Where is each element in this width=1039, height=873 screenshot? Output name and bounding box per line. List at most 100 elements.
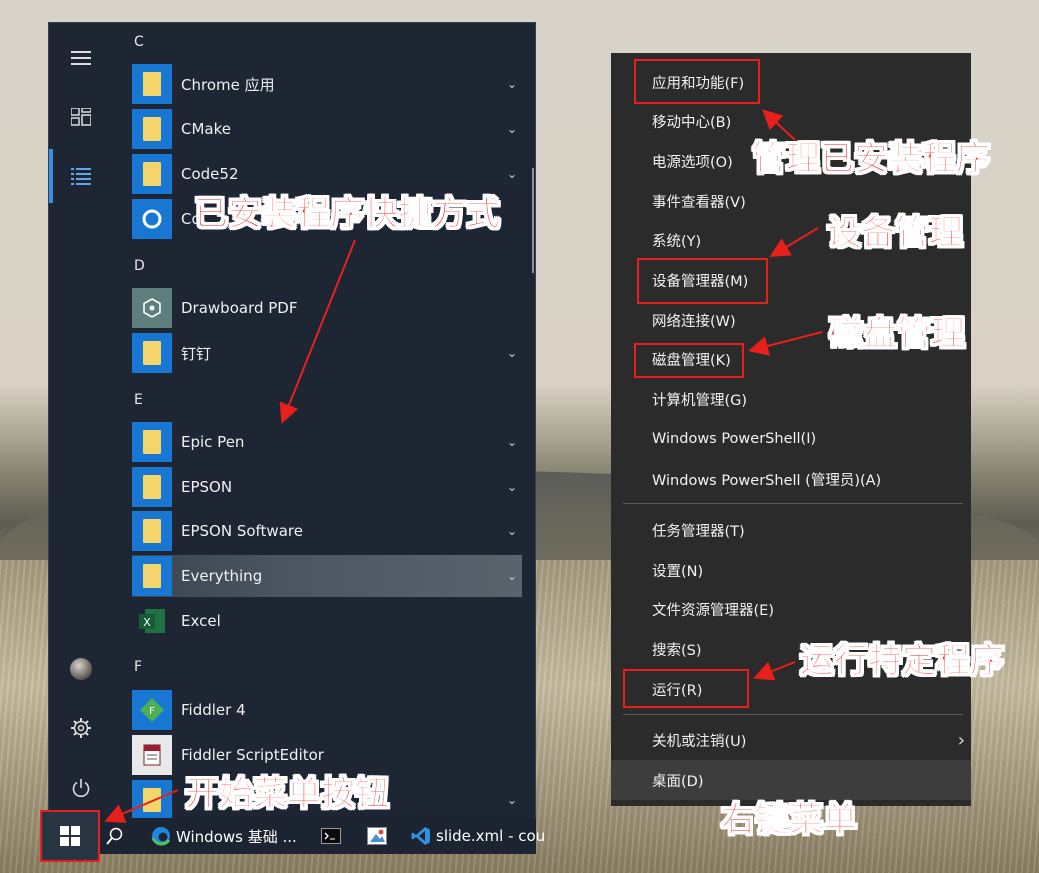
menu-item-label: 网络连接(W) — [652, 313, 736, 330]
chevron-down-icon[interactable]: ⌄ — [502, 569, 522, 583]
folder-icon — [132, 333, 172, 373]
power-icon[interactable] — [49, 768, 112, 808]
app-label: EPSON — [181, 478, 233, 496]
chevron-down-icon[interactable]: ⌄ — [502, 480, 522, 494]
taskbar-edge[interactable]: Windows 基础 ... — [150, 818, 297, 854]
app-label: Fiddler 4 — [181, 701, 246, 719]
scrollbar[interactable] — [532, 168, 534, 273]
all-apps-list-icon[interactable] — [49, 156, 112, 196]
menu-item-computer-management[interactable]: 计算机管理(G) — [611, 379, 971, 419]
menu-item-label: Windows PowerShell (管理员)(A) — [652, 472, 882, 489]
group-letter[interactable]: D — [134, 258, 145, 274]
chevron-down-icon[interactable]: ⌄ — [502, 435, 522, 449]
menu-item-label: 电源选项(O) — [652, 154, 733, 171]
taskbar-terminal[interactable] — [320, 818, 346, 854]
edge-icon — [150, 825, 172, 847]
app-item[interactable]: Drawboard PDF — [132, 287, 522, 329]
app-label: Everything — [181, 567, 263, 585]
annotation-disk-mgmt: 磁盘管理 — [829, 314, 966, 355]
terminal-icon — [320, 825, 342, 847]
highlight-box-apps-features — [634, 59, 760, 104]
start-button[interactable] — [40, 810, 100, 862]
app-label: Code52 — [181, 165, 239, 183]
menu-separator — [623, 503, 963, 504]
app-item[interactable]: F Fiddler 4 — [132, 689, 522, 731]
chevron-down-icon[interactable]: ⌄ — [502, 346, 522, 360]
group-letter[interactable]: E — [134, 392, 143, 408]
taskbar-search[interactable] — [104, 818, 130, 854]
taskbar-item-label: slide.xml - cou — [436, 827, 546, 845]
app-label: 钉钉 — [181, 344, 212, 363]
user-avatar[interactable] — [49, 649, 112, 689]
menu-item-label: 事件查看器(V) — [652, 194, 746, 211]
app-item[interactable]: EPSON ⌄ — [132, 466, 522, 508]
app-item[interactable]: EPSON Software ⌄ — [132, 510, 522, 552]
highlight-box-device-manager — [637, 258, 768, 304]
app-label: CMake — [181, 120, 231, 138]
menu-item-label: 关机或注销(U) — [652, 733, 747, 750]
drawboard-icon — [132, 288, 172, 328]
menu-item-label: Windows PowerShell(I) — [652, 431, 817, 447]
app-label: Drawboard PDF — [181, 299, 298, 317]
app-label: EPSON Software — [181, 522, 303, 540]
menu-separator — [623, 714, 963, 715]
chevron-down-icon[interactable]: ⌄ — [502, 793, 522, 807]
menu-item-label: 桌面(D) — [652, 773, 704, 790]
annotation-manage-installed: 管理已安装程序 — [752, 139, 991, 180]
menu-item-settings[interactable]: 设置(N) — [611, 550, 971, 590]
folder-icon — [132, 154, 172, 194]
menu-item-label: 任务管理器(T) — [652, 523, 745, 540]
windows-logo-icon — [60, 826, 80, 846]
taskbar-vscode[interactable]: slide.xml - cou — [410, 818, 545, 854]
app-item[interactable]: 钉钉 ⌄ — [132, 332, 522, 374]
menu-item-powershell[interactable]: Windows PowerShell(I) — [611, 419, 971, 459]
menu-item-file-explorer[interactable]: 文件资源管理器(E) — [611, 589, 971, 629]
chevron-right-icon: › — [957, 729, 965, 751]
chevron-down-icon[interactable]: ⌄ — [502, 122, 522, 136]
app-label: Epic Pen — [181, 433, 245, 451]
folder-icon — [132, 109, 172, 149]
app-item-highlighted[interactable]: Everything ⌄ — [132, 555, 522, 597]
folder-icon — [132, 64, 172, 104]
folder-icon — [132, 422, 172, 462]
start-rail — [49, 23, 112, 821]
vscode-icon — [410, 825, 432, 847]
start-menu: C Chrome 应用 ⌄ CMake ⌄ Code52 ⌄ Co D Draw… — [48, 22, 536, 822]
cortana-icon — [132, 199, 172, 239]
folder-icon — [132, 467, 172, 507]
folder-icon — [132, 780, 172, 820]
paint-icon — [366, 825, 388, 847]
tiles-icon[interactable] — [49, 97, 112, 137]
annotation-start-button: 开始菜单按钮 — [185, 774, 390, 815]
fiddler-script-icon — [132, 735, 172, 775]
menu-item-label: 移动中心(B) — [652, 114, 732, 131]
menu-item-label: 搜索(S) — [652, 642, 702, 659]
chevron-down-icon[interactable]: ⌄ — [502, 167, 522, 181]
annotation-installed-shortcuts: 已安装程序快捷方式 — [194, 194, 501, 235]
app-label: Excel — [181, 612, 221, 630]
taskbar-paint[interactable] — [366, 818, 392, 854]
menu-item-powershell-admin[interactable]: Windows PowerShell (管理员)(A) — [611, 459, 971, 499]
app-item[interactable]: CMake ⌄ — [132, 108, 522, 150]
group-letter[interactable]: C — [134, 34, 144, 50]
group-letter[interactable]: F — [134, 659, 142, 675]
chevron-down-icon[interactable]: ⌄ — [502, 524, 522, 538]
app-item[interactable]: Epic Pen ⌄ — [132, 421, 522, 463]
settings-gear-icon[interactable] — [49, 708, 112, 748]
hamburger-menu-icon[interactable] — [49, 38, 112, 78]
search-icon — [104, 825, 126, 847]
menu-item-shutdown[interactable]: 关机或注销(U) › — [611, 720, 971, 760]
app-item[interactable]: X Excel — [132, 600, 522, 642]
menu-item-label: 文件资源管理器(E) — [652, 602, 774, 619]
chevron-down-icon[interactable]: ⌄ — [502, 77, 522, 91]
svg-text:F: F — [149, 706, 155, 717]
app-item[interactable]: Chrome 应用 ⌄ — [132, 63, 522, 105]
annotation-device-mgmt: 设备管理 — [827, 213, 964, 254]
menu-item-task-manager[interactable]: 任务管理器(T) — [611, 510, 971, 550]
app-list: C Chrome 应用 ⌄ CMake ⌄ Code52 ⌄ Co D Draw… — [112, 23, 532, 821]
folder-icon — [132, 511, 172, 551]
fiddler-icon: F — [132, 690, 172, 730]
menu-item-label: 设置(N) — [652, 563, 704, 580]
app-label: Chrome 应用 — [181, 75, 275, 94]
highlight-box-run — [623, 669, 749, 708]
